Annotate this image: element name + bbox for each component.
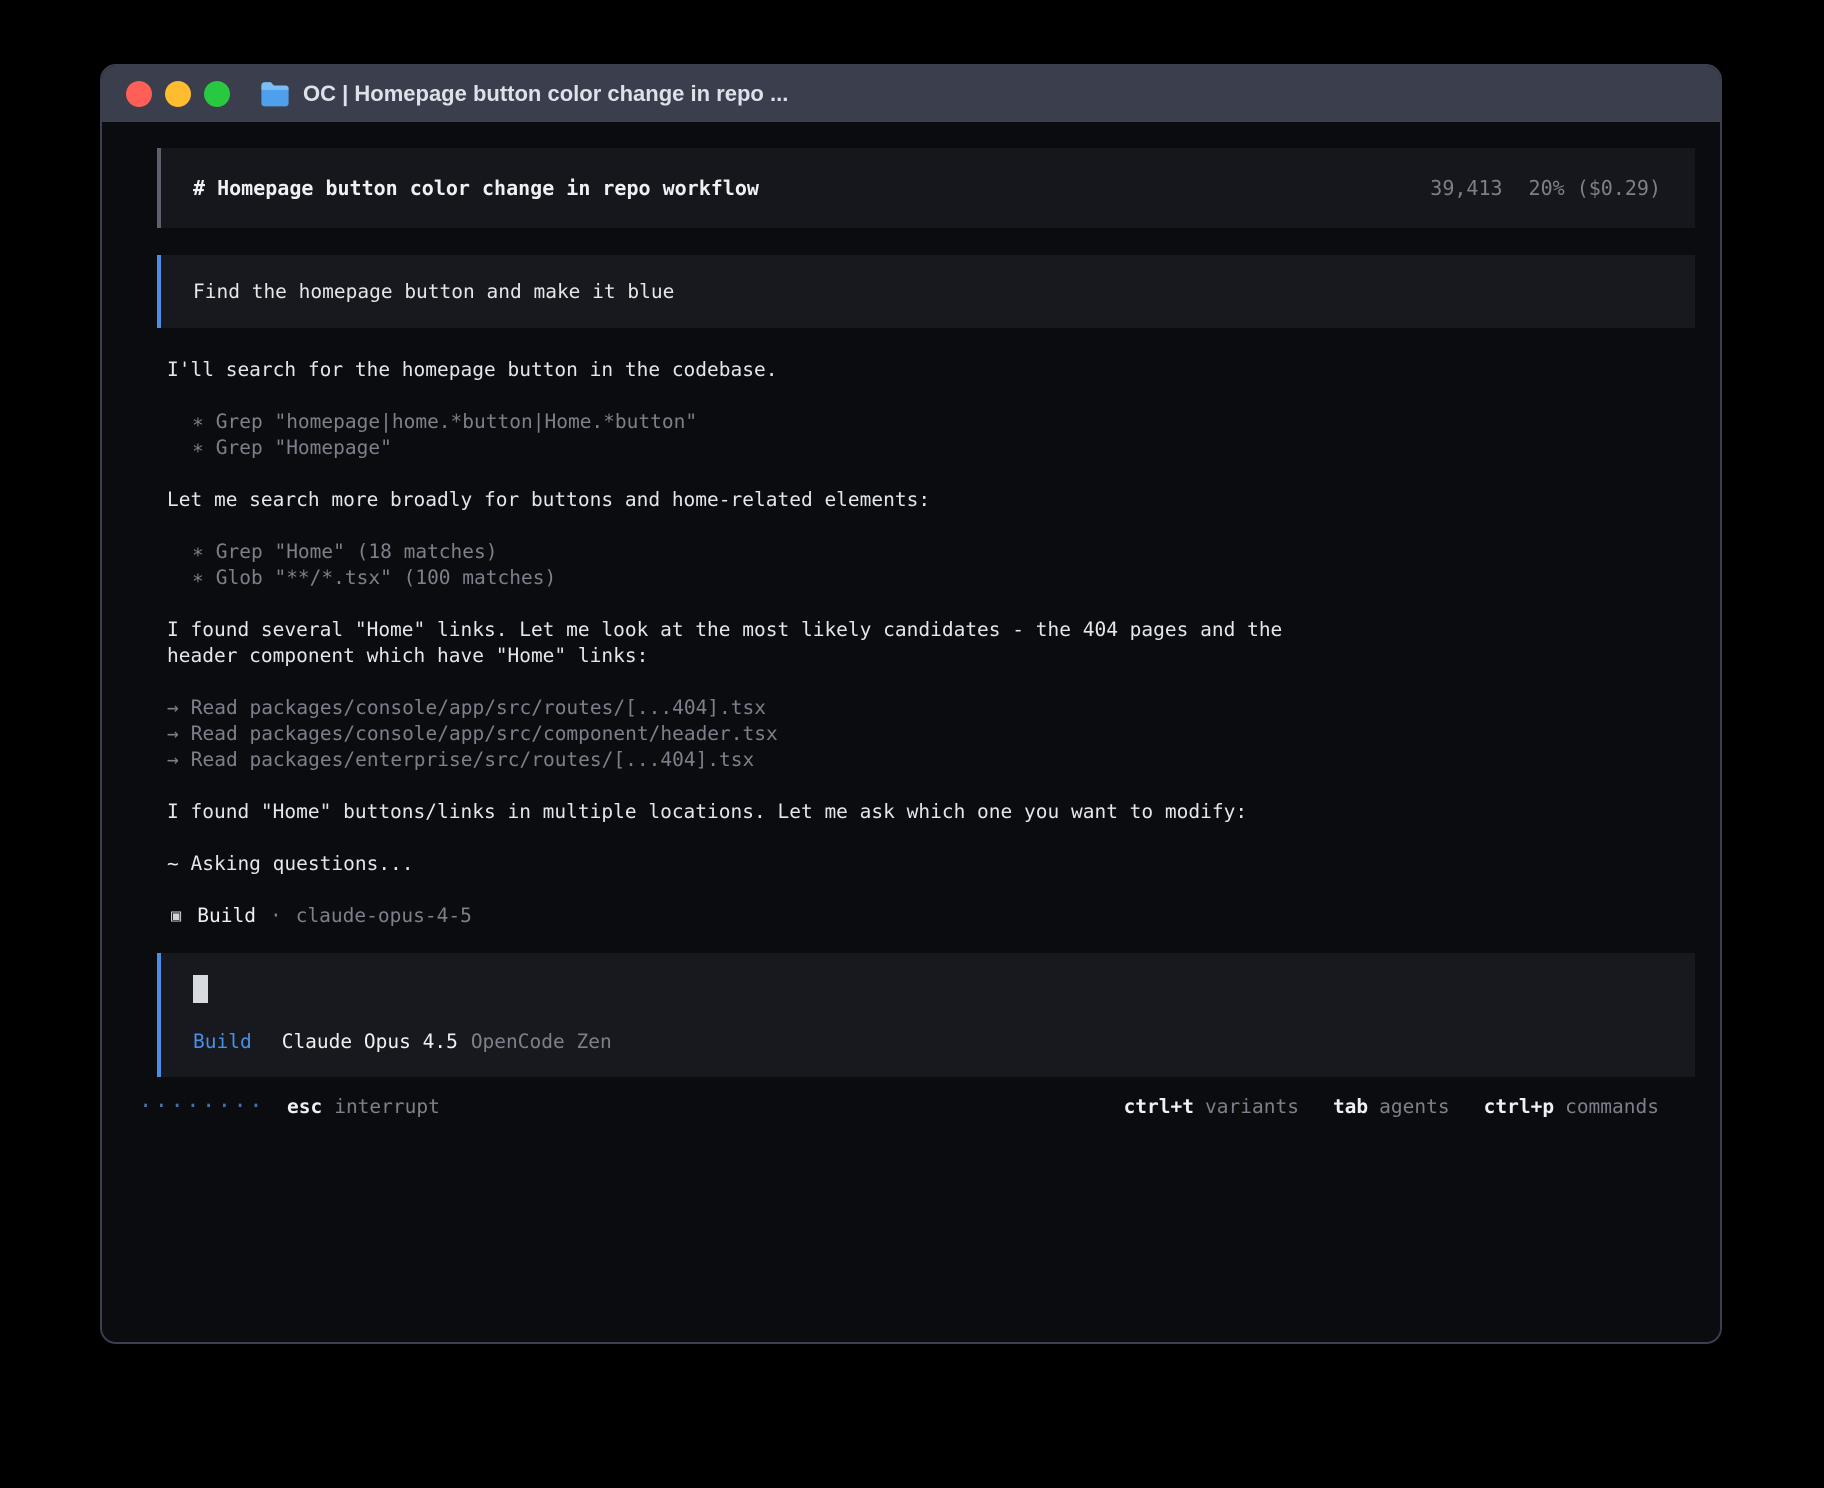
tool-call-glob: ∗ Glob "**/*.tsx" (100 matches) (192, 565, 1695, 591)
text-cursor (193, 975, 208, 1003)
user-message: Find the homepage button and make it blu… (157, 255, 1695, 328)
read-file-path: Read packages/console/app/src/component/… (191, 721, 778, 747)
agent-info-line: ▣ Build · claude-opus-4-5 (171, 903, 1695, 929)
folder-icon (260, 81, 290, 107)
shortcut-label: variants (1205, 1094, 1299, 1120)
window-title: OC | Homepage button color change in rep… (303, 81, 788, 107)
terminal-content: # Homepage button color change in repo w… (102, 122, 1720, 1342)
tool-call-text: Grep "homepage|home.*button|Home.*button… (216, 409, 697, 435)
model-label[interactable]: Claude Opus 4.5 (282, 1029, 458, 1055)
agent-model-id: claude-opus-4-5 (296, 903, 472, 929)
provider-label: OpenCode Zen (471, 1029, 612, 1055)
tool-call-read: → Read packages/console/app/src/componen… (167, 721, 1695, 747)
arrow-right-icon: → (167, 747, 179, 773)
traffic-lights (126, 81, 230, 107)
shortcut-commands: ctrl+p commands (1484, 1094, 1659, 1120)
separator-dot: · (270, 903, 282, 929)
agent-mode-label[interactable]: Build (193, 1029, 252, 1055)
shortcut-label: commands (1565, 1094, 1659, 1120)
window-titlebar[interactable]: OC | Homepage button color change in rep… (102, 66, 1720, 122)
esc-key-hint: esc (287, 1094, 322, 1120)
tool-call-grep: ∗ Grep "Home" (18 matches) (192, 539, 1695, 565)
shortcut-variants: ctrl+t variants (1124, 1094, 1299, 1120)
user-message-text: Find the homepage button and make it blu… (193, 279, 674, 305)
assistant-text-broaden: Let me search more broadly for buttons a… (167, 487, 1318, 513)
agent-icon: ▣ (171, 903, 181, 929)
status-bar: ········ esc interrupt ctrl+t variants t… (157, 1093, 1695, 1121)
asterisk-icon: ∗ (192, 565, 204, 591)
shortcut-key: ctrl+p (1484, 1094, 1554, 1120)
input-meta-row: Build Claude Opus 4.5 OpenCode Zen (193, 1029, 1661, 1055)
shortcut-label: agents (1379, 1094, 1449, 1120)
assistant-text-ask: I found "Home" buttons/links in multiple… (167, 799, 1318, 825)
tool-call-grep: ∗ Grep "Homepage" (192, 435, 1695, 461)
zoom-button[interactable] (204, 81, 230, 107)
session-stats: 39,413 20% ($0.29) (1430, 175, 1661, 201)
assistant-text-candidates: I found several "Home" links. Let me loo… (167, 617, 1318, 669)
tool-call-group: ∗ Grep "Home" (18 matches) ∗ Glob "**/*.… (192, 539, 1695, 591)
shortcut-key: ctrl+t (1124, 1094, 1194, 1120)
shortcut-key: tab (1333, 1094, 1368, 1120)
assistant-text-intro: I'll search for the homepage button in t… (167, 357, 1318, 383)
arrow-right-icon: → (167, 721, 179, 747)
context-percent-cost: 20% ($0.29) (1529, 175, 1661, 201)
tool-call-text: Glob "**/*.tsx" (100 matches) (216, 565, 556, 591)
minimize-button[interactable] (165, 81, 191, 107)
tool-call-text: Grep "Home" (18 matches) (216, 539, 498, 565)
close-button[interactable] (126, 81, 152, 107)
shortcut-agents: tab agents (1333, 1094, 1450, 1120)
tool-call-text: Grep "Homepage" (216, 435, 392, 461)
agent-name: Build (197, 903, 256, 929)
arrow-right-icon: → (167, 695, 179, 721)
interrupt-label: interrupt (334, 1094, 440, 1120)
read-call-group: → Read packages/console/app/src/routes/[… (167, 695, 1695, 773)
tool-call-grep: ∗ Grep "homepage|home.*button|Home.*butt… (192, 409, 1695, 435)
spinner-dots: ········ (139, 1094, 265, 1120)
asterisk-icon: ∗ (192, 409, 204, 435)
tool-call-read: → Read packages/enterprise/src/routes/[.… (167, 747, 1695, 773)
read-file-path: Read packages/enterprise/src/routes/[...… (191, 747, 755, 773)
terminal-window: OC | Homepage button color change in rep… (100, 64, 1722, 1344)
prompt-input[interactable]: Build Claude Opus 4.5 OpenCode Zen (157, 953, 1695, 1077)
tool-call-group: ∗ Grep "homepage|home.*button|Home.*butt… (192, 409, 1695, 461)
session-title: # Homepage button color change in repo w… (193, 175, 759, 201)
asterisk-icon: ∗ (192, 435, 204, 461)
session-header: # Homepage button color change in repo w… (157, 148, 1695, 228)
asterisk-icon: ∗ (192, 539, 204, 565)
token-count: 39,413 (1430, 175, 1502, 201)
shortcut-hints: ctrl+t variants tab agents ctrl+p comman… (1124, 1094, 1659, 1120)
assistant-working-status: ~ Asking questions... (167, 851, 1318, 877)
read-file-path: Read packages/console/app/src/routes/[..… (191, 695, 766, 721)
tool-call-read: → Read packages/console/app/src/routes/[… (167, 695, 1695, 721)
